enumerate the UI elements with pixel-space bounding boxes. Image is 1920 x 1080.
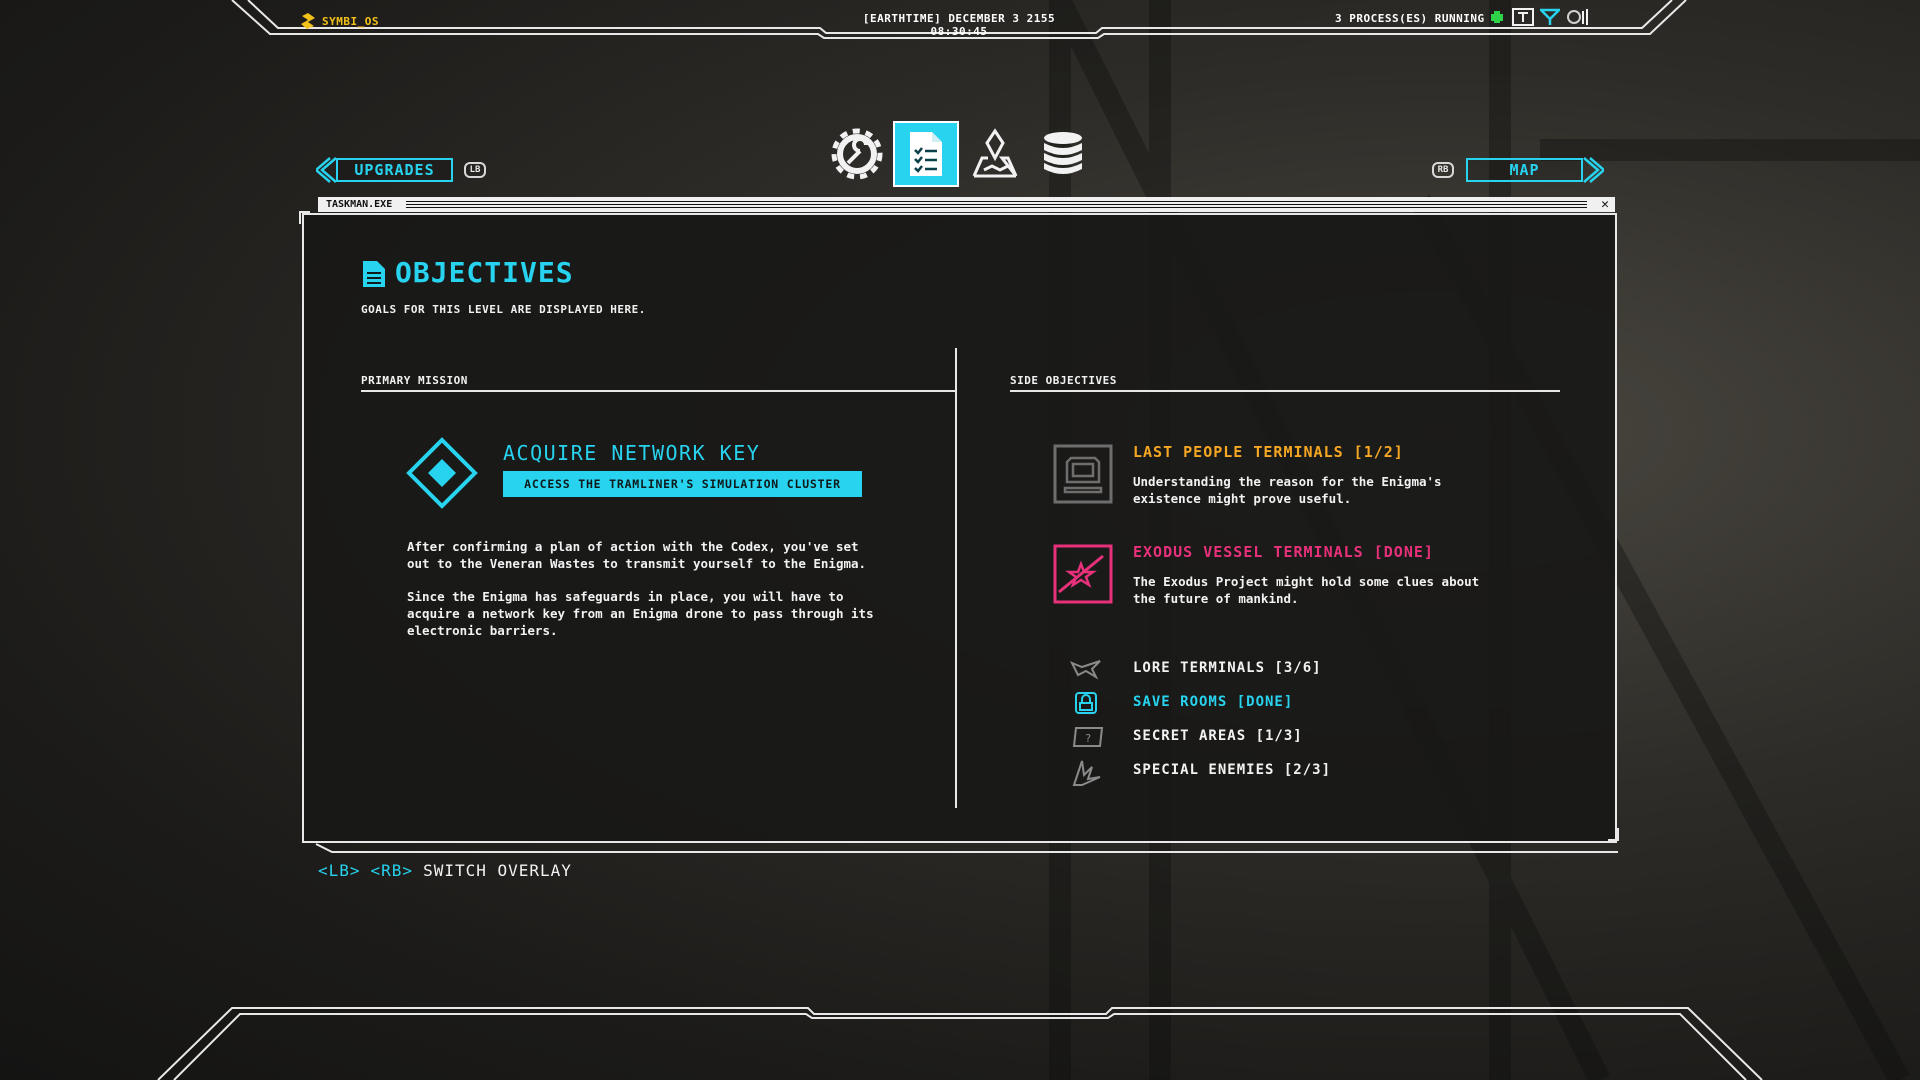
chevron-left-icon[interactable] [316, 156, 338, 184]
special-enemies-counter: SPECIAL ENEMIES [2/3] [1133, 762, 1332, 778]
upgrades-button[interactable]: UPGRADES [336, 158, 453, 182]
ship-icon [1070, 660, 1101, 680]
svg-text:?: ? [1085, 732, 1092, 745]
objectives-subtitle: GOALS FOR THIS LEVEL ARE DISPLAYED HERE. [361, 303, 646, 316]
desc-line: Since the Enigma has safeguards in place… [407, 589, 844, 604]
lb-badge: LB [464, 162, 486, 178]
primary-mission-subtitle: ACCESS THE TRAMLINER'S SIMULATION CLUSTE… [503, 471, 862, 497]
tab-upgrades[interactable] [827, 124, 887, 184]
bottom-frame [157, 1007, 1763, 1080]
secret-areas-counter: SECRET AREAS [1/3] [1133, 728, 1303, 744]
desc-line: Understanding the reason for the Enigma'… [1133, 474, 1442, 489]
rb-badge: RB [1432, 162, 1454, 178]
os-brand: SYMBI_OS [300, 12, 379, 30]
process-count: 3 PROCESS(ES) RUNNING [1335, 12, 1485, 25]
side-objective-desc: Understanding the reason for the Enigma'… [1133, 473, 1442, 507]
chevron-right-icon[interactable] [1582, 156, 1604, 184]
titlebar-stripes [406, 201, 1588, 208]
primary-divider [361, 390, 955, 392]
antenna-icon[interactable] [1540, 8, 1560, 26]
map-button[interactable]: MAP [1466, 158, 1583, 182]
desc-line: The Exodus Project might hold some clues… [1133, 574, 1480, 589]
os-name: SYMBI_OS [322, 14, 379, 28]
rb-key[interactable]: <RB> [371, 861, 414, 880]
desc-line: electronic barriers. [407, 623, 558, 638]
secret-icon: ? [1072, 727, 1104, 747]
side-objective-desc: The Exodus Project might hold some clues… [1133, 573, 1479, 607]
primary-mission-description: After confirming a plan of action with t… [407, 538, 874, 639]
system-tray [1490, 8, 1590, 26]
column-divider [955, 348, 957, 808]
battery-plus-icon[interactable] [1490, 10, 1506, 24]
desc-line: existence might prove useful. [1133, 491, 1352, 506]
lb-key[interactable]: <LB> [318, 861, 361, 880]
primary-mission-title: ACQUIRE NETWORK KEY [503, 441, 761, 465]
database-icon [1044, 132, 1082, 174]
side-divider [1010, 390, 1560, 392]
save-rooms-counter: SAVE ROOMS [DONE] [1133, 694, 1294, 710]
desc-line: the future of mankind. [1133, 591, 1299, 606]
terminal-text-icon[interactable] [1512, 8, 1534, 26]
desc-line: After confirming a plan of action with t… [407, 539, 859, 554]
sound-level-icon[interactable] [1566, 8, 1590, 26]
side-objectives-header: SIDE OBJECTIVES [1010, 374, 1117, 387]
objectives-title: OBJECTIVES [395, 256, 574, 289]
mission-diamond-icon [406, 437, 478, 509]
desc-line: out to the Veneran Wastes to transmit yo… [407, 556, 867, 571]
side-objective-title: EXODUS VESSEL TERMINALS [DONE] [1133, 543, 1434, 561]
side-objective-title: LAST PEOPLE TERMINALS [1/2] [1133, 443, 1404, 461]
star-flag-icon [1053, 544, 1113, 604]
tab-objectives[interactable] [893, 121, 959, 187]
map-marker-icon [972, 128, 1018, 178]
document-checklist-icon [910, 132, 942, 176]
earth-time: [EARTHTIME] DECEMBER 3 2155 08:30:45 [862, 12, 1056, 38]
save-room-icon [1075, 692, 1097, 714]
switch-overlay-hint: <LB> <RB> SWITCH OVERLAY [318, 861, 572, 880]
enemy-icon [1072, 760, 1101, 786]
desc-line: acquire a network key from an Enigma dro… [407, 606, 874, 621]
objectives-doc-icon [363, 261, 385, 287]
tab-map[interactable] [965, 124, 1025, 184]
tab-database[interactable] [1033, 124, 1093, 184]
primary-mission-header: PRIMARY MISSION [361, 374, 468, 387]
lore-terminals-counter: LORE TERMINALS [3/6] [1133, 660, 1322, 676]
symbi-logo-icon [301, 13, 315, 29]
gear-wrench-icon [831, 128, 883, 180]
switch-overlay-label: SWITCH OVERLAY [423, 861, 572, 880]
terminal-icon [1053, 444, 1113, 504]
